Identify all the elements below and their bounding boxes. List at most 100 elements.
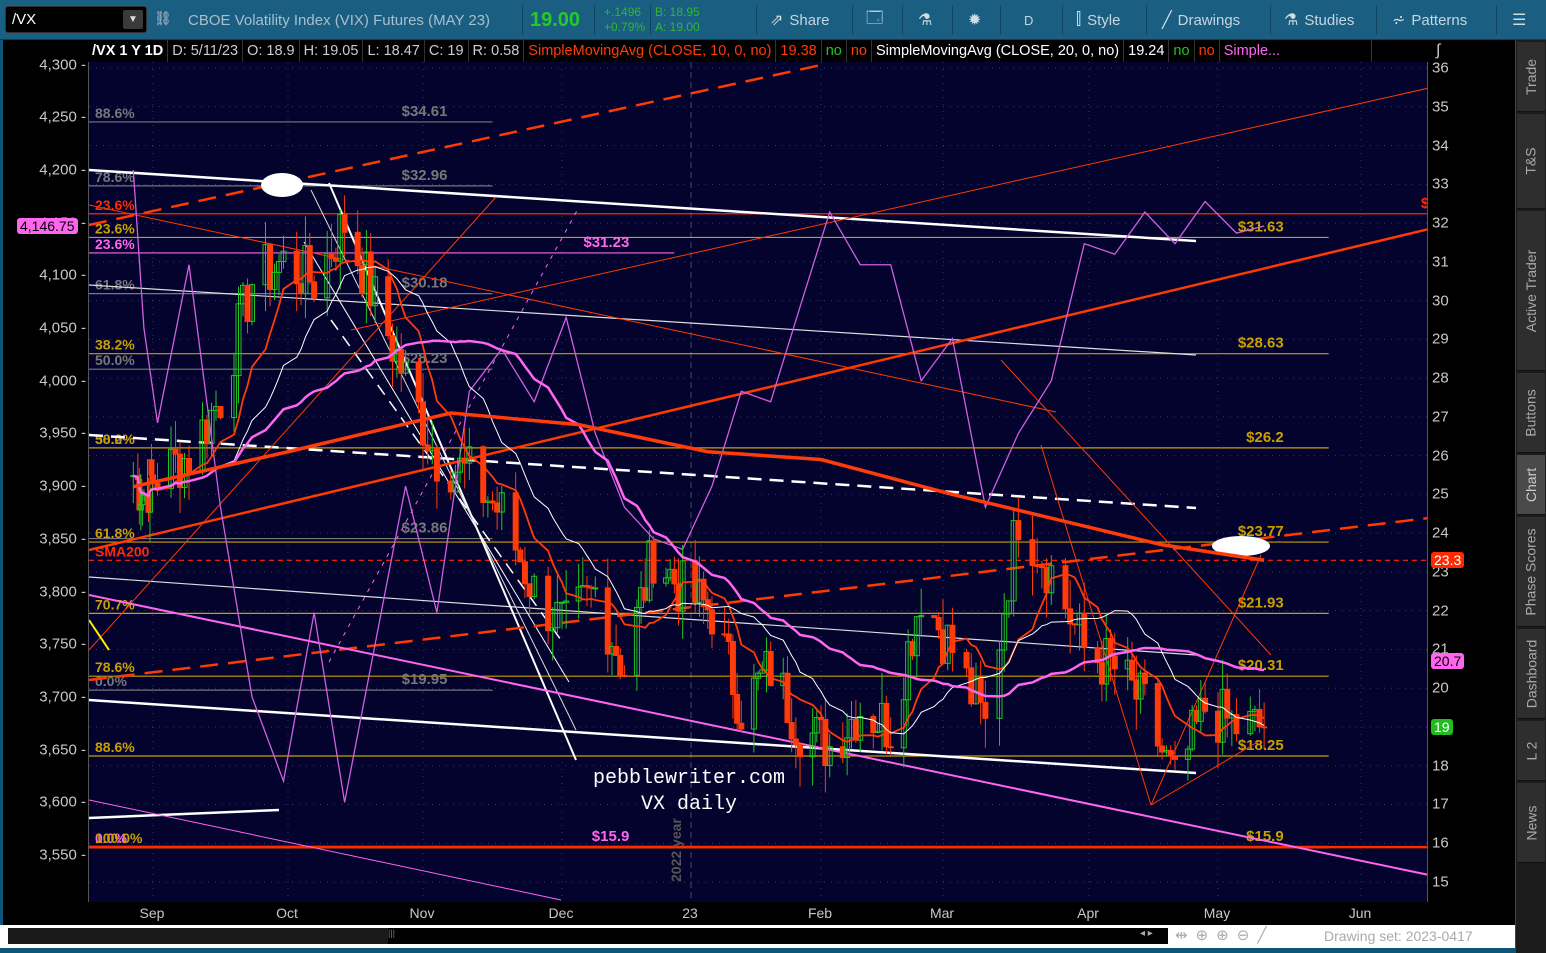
sidebar-tab-chart[interactable]: Chart: [1517, 455, 1545, 515]
zoom-in-icon[interactable]: ⊕: [1216, 927, 1237, 944]
left-axis-tick: 4,250 -: [39, 108, 86, 126]
trendline-drawing: [350, 87, 1427, 331]
right-axis-tick: 30: [1432, 292, 1449, 310]
price-level-label: $21.93: [1238, 594, 1284, 611]
chart-title: /VX 1 Y 1D: [88, 40, 169, 62]
right-price-axis[interactable]: ∫ 15161718192021222324252627282930313233…: [1428, 40, 1515, 925]
symbol-dropdown-button[interactable]: ▼: [123, 10, 143, 29]
right-axis-tick: 29: [1432, 330, 1449, 348]
price-tag: 19: [1431, 718, 1453, 735]
flask-button[interactable]: ⚗: [910, 0, 940, 40]
bar-high: H: 19.05: [300, 40, 364, 62]
sidebar-tab-t-s[interactable]: T&S: [1517, 114, 1545, 209]
time-axis-tick: Nov: [409, 905, 435, 921]
chart-canvas[interactable]: $34.61$32.96$32.24$31.63$31.23$30.18$28.…: [89, 62, 1428, 902]
trendline-drawing: [1150, 554, 1262, 806]
candle-down: [1261, 726, 1268, 729]
trendline-drawing: [89, 799, 562, 901]
time-axis[interactable]: Sep Oct Nov Dec 23 Feb Mar Apr May Jun: [88, 902, 1428, 925]
candle-down: [480, 446, 487, 503]
bar-range: R: 0.58: [469, 40, 525, 62]
price-level-label: $19.95: [402, 671, 448, 688]
patterns-icon: ⩫: [1392, 12, 1406, 29]
candle-down: [217, 406, 224, 419]
candle-down: [1167, 749, 1174, 757]
sidebar-tab-buttons[interactable]: Buttons: [1517, 373, 1545, 453]
sidebar-tab-trade[interactable]: Trade: [1517, 42, 1545, 112]
link-icon[interactable]: ⛓: [154, 10, 172, 27]
drawings-button[interactable]: ╱ Drawings: [1154, 0, 1248, 40]
time-axis-tick: Dec: [548, 905, 574, 921]
left-axis-tick: 4,100 -: [39, 266, 86, 284]
last-price: 19.00: [530, 9, 581, 31]
scroll-arrows-icon[interactable]: ◂ ▸: [1140, 928, 1153, 939]
trendline-drawing: [89, 284, 1197, 356]
fib-label: 61.8%: [95, 277, 135, 293]
scroll-thumb[interactable]: |||: [8, 928, 395, 944]
candle-down: [734, 694, 741, 724]
symbol-input[interactable]: /VX ▼: [5, 6, 147, 33]
expand-icon[interactable]: ⇹: [1175, 927, 1196, 944]
menu-button[interactable]: ☰: [1504, 0, 1534, 40]
fib-label: 88.6%: [95, 105, 135, 121]
settings-button[interactable]: ✹: [960, 0, 989, 40]
right-axis-tick: 22: [1432, 602, 1449, 620]
study-more-label[interactable]: Simple...: [1220, 40, 1372, 62]
left-price-axis[interactable]: 3,550 - 3,600 - 3,650 - 3,700 - 3,750 - 3,800…: [0, 40, 88, 925]
axis-scale-icon[interactable]: ∫: [1436, 42, 1440, 60]
price-tag: 23.3: [1431, 552, 1465, 569]
right-axis-tick: 18: [1432, 757, 1449, 775]
chart-scrollbar[interactable]: ||| ◂ ▸ ⇹⊕⊕⊖╱ Drawing set: 2023-0417: [0, 925, 1515, 948]
candle-down: [433, 447, 440, 482]
left-axis-tick: 3,750 -: [39, 635, 86, 653]
zoom-out-icon[interactable]: ⊖: [1237, 927, 1258, 944]
price-level-label: $28.63: [1238, 335, 1284, 352]
chart-header: /VX 1 Y 1D D: 5/11/23 O: 18.9 H: 19.05 L…: [88, 40, 1428, 62]
info-button[interactable]: 🗔: [858, 0, 891, 40]
candle-down: [935, 617, 942, 631]
price-level-label: $15.9: [592, 828, 630, 845]
right-axis-tick: 33: [1432, 175, 1449, 193]
study-sma20-label[interactable]: SimpleMovingAvg (CLOSE, 20, 0, no): [872, 40, 1125, 62]
study-flag: no: [822, 40, 847, 62]
share-button[interactable]: ⇗ Share: [762, 0, 837, 40]
studies-button[interactable]: ⚗ Studies: [1276, 0, 1362, 40]
crosshair-icon[interactable]: ⊕: [1196, 927, 1217, 944]
time-axis-tick: 23: [682, 905, 698, 921]
price-chart[interactable]: $34.61$32.96$32.24$31.63$31.23$30.18$28.…: [88, 62, 1428, 902]
trendline-drawing: [89, 808, 280, 820]
right-axis-tick: 28: [1432, 369, 1449, 387]
sidebar-tab-news[interactable]: News: [1517, 783, 1545, 863]
price-level-label: $18.25: [1238, 737, 1284, 754]
right-axis-tick: 36: [1432, 59, 1449, 77]
aggregation-button[interactable]: D: [1016, 0, 1041, 40]
time-axis-tick: Oct: [276, 905, 298, 921]
left-axis-tick: 4,050 -: [39, 319, 86, 337]
left-axis-tick: 3,900 -: [39, 477, 86, 495]
candle-down: [671, 568, 678, 585]
sidebar-tab-l-2[interactable]: L 2: [1517, 721, 1545, 781]
sidebar-tab-phase-scores[interactable]: Phase Scores: [1517, 517, 1545, 627]
drawing-set-selector[interactable]: Drawing set: 2023-0417: [1324, 928, 1473, 944]
candle-down: [1107, 638, 1114, 657]
time-axis-tick: Sep: [139, 905, 165, 921]
style-button[interactable]: ⫿ Style: [1068, 0, 1128, 40]
study-sma10-label[interactable]: SimpleMovingAvg (CLOSE, 10, 0, no): [524, 40, 777, 62]
left-axis-tick: 3,950 -: [39, 424, 86, 442]
trendline-drawing: [89, 168, 1197, 243]
candle-down: [792, 738, 799, 746]
draw-line-icon[interactable]: ╱: [1257, 927, 1274, 944]
highlight-ellipse: [261, 173, 303, 197]
bid-ask: B: 18.95 A: 19.00: [655, 5, 700, 34]
patterns-button[interactable]: ⩫ Patterns: [1384, 0, 1475, 40]
right-axis-tick: 15: [1432, 873, 1449, 891]
candle-down: [870, 716, 877, 734]
candle-down: [788, 722, 795, 740]
sidebar-tab-active-trader[interactable]: Active Trader: [1517, 211, 1545, 371]
sidebar-tab-dashboard[interactable]: Dashboard: [1517, 629, 1545, 719]
bar-open: O: 18.9: [243, 40, 300, 62]
menu-list-icon: ☰: [1512, 12, 1527, 29]
trendline-drawing: [89, 196, 497, 651]
trendline-drawing: [89, 63, 822, 227]
info-card-icon: 🗔: [866, 9, 884, 27]
